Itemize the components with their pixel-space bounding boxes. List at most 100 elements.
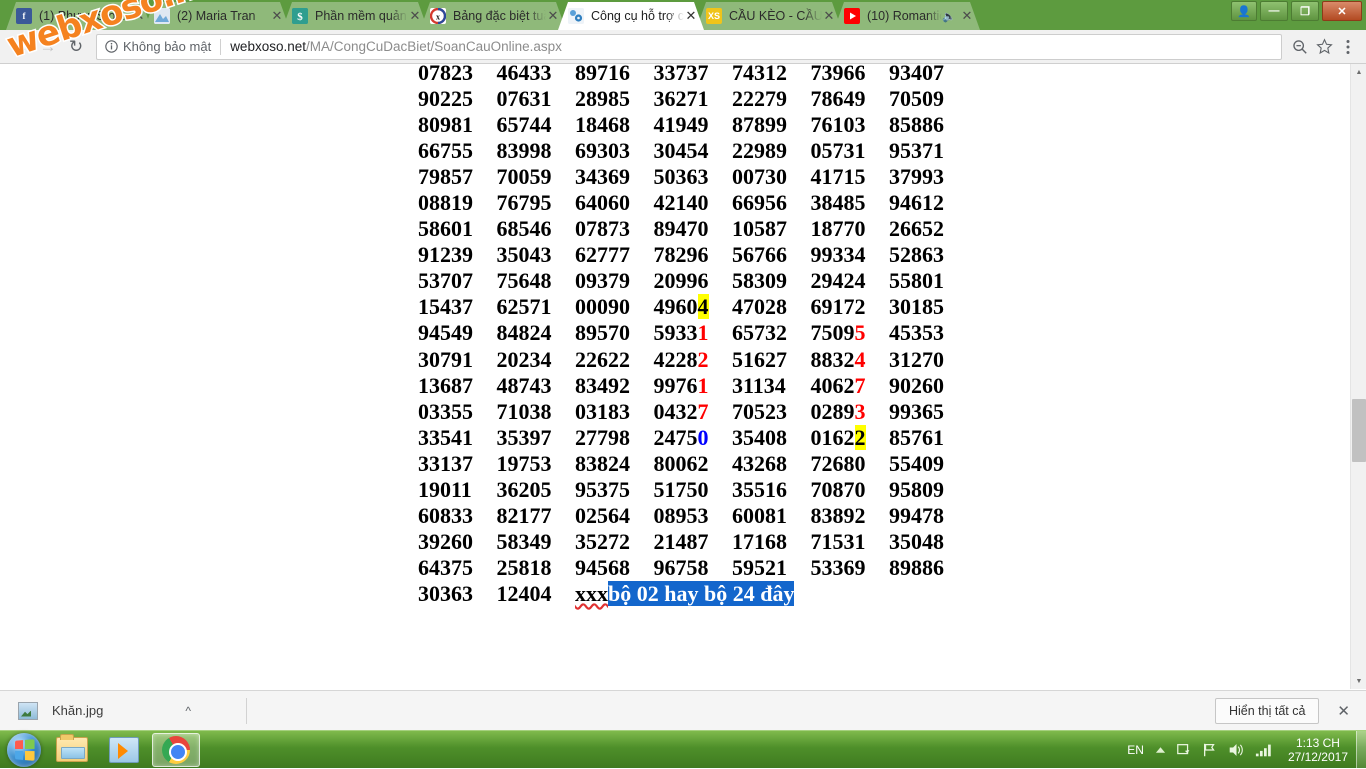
show-desktop-button[interactable] (1356, 730, 1366, 769)
number-cell: 60833 (418, 502, 473, 528)
number-cell: 84824 (496, 320, 552, 346)
tray-time: 1:13 CH (1295, 735, 1340, 750)
minimize-button[interactable]: — (1260, 1, 1288, 21)
browser-tab-0[interactable]: f (1) Phượt Store Thai ✕ (6, 2, 152, 30)
number-row: 90225 07631 28985 36271 22279 78649 70509 (418, 86, 944, 112)
number-cell: 69303 (575, 138, 630, 164)
system-tray: EN 1:13 CH 27/12/2017 (1127, 730, 1366, 769)
show-all-downloads-button[interactable]: Hiển thị tất cả (1214, 697, 1320, 724)
zoom-out-icon[interactable] (1288, 39, 1312, 55)
number-row: 19011 36205 95375 51750 35516 70870 95809 (418, 477, 944, 503)
url-path: /MA/CongCuDacBiet/SoanCauOnline.aspx (306, 39, 562, 54)
user-profile-icon[interactable]: 👤 (1231, 1, 1257, 21)
browser-tab-3[interactable]: x Bảng đặc biệt tuần✕ (420, 2, 566, 30)
browser-tab-1[interactable]: (2) Maria Tran ✕ (144, 2, 290, 30)
number-cell: 12404 (496, 580, 552, 606)
tab-close-button[interactable]: ✕ (132, 9, 146, 23)
tray-language-indicator[interactable]: EN (1127, 743, 1144, 757)
number-row: 58601 68546 07873 89470 10587 18770 26652 (418, 216, 944, 242)
download-menu-caret-icon[interactable]: ^ (185, 704, 191, 718)
highlighted-digit: 4 (854, 346, 866, 372)
browser-tab-6[interactable]: (10) Romantic Pia🔈 ✕ (834, 2, 980, 30)
number-cell: 24750 (653, 424, 709, 450)
number-cell: 70870 (810, 476, 866, 502)
omnibox[interactable]: Không bảo mật webxoso.net/MA/CongCuDacBi… (96, 33, 1282, 60)
number-cell: 35043 (496, 242, 552, 268)
number-cell: 95809 (889, 476, 944, 502)
number-cell: 93407 (889, 64, 944, 85)
number-cell: 08953 (653, 502, 709, 528)
number-cell: 68546 (496, 216, 552, 242)
number-row: 33137 19753 83824 80062 43268 72680 55409 (418, 451, 944, 477)
misspelled-text: xxx (575, 580, 608, 606)
security-indicator[interactable]: Không bảo mật (105, 39, 211, 54)
signal-strength-icon[interactable] (1255, 742, 1273, 758)
number-cell: 89470 (653, 216, 709, 242)
scroll-down-arrow-icon[interactable]: ▼ (1351, 673, 1366, 689)
back-arrow-icon[interactable]: ← (6, 33, 34, 61)
vertical-scrollbar[interactable]: ▲ ▼ (1350, 64, 1366, 689)
star-icon[interactable] (1312, 38, 1336, 55)
browser-tab-4[interactable]: Công cụ hỗ trợ cho✕ (558, 2, 704, 30)
number-cell: 66755 (418, 138, 473, 164)
action-center-icon[interactable] (1176, 742, 1192, 758)
number-cell: 53707 (418, 268, 473, 294)
three-dot-menu-icon[interactable] (1336, 38, 1360, 56)
number-row: 60833 82177 02564 08953 60081 83892 99478 (418, 503, 944, 529)
number-cell: 99365 (889, 398, 944, 424)
close-shelf-button[interactable]: ✕ (1337, 702, 1350, 720)
number-row: 03355 71038 03183 04327 70523 02893 99365 (418, 399, 944, 425)
highlighted-digit: 1 (697, 372, 709, 398)
download-item[interactable]: Khăn.jpg ^ (18, 701, 218, 720)
volume-icon[interactable] (1228, 742, 1245, 758)
number-cell: 41949 (653, 112, 709, 138)
number-cell: 30185 (889, 294, 944, 320)
tab-close-button[interactable]: ✕ (960, 9, 974, 23)
number-cell: 74312 (732, 64, 787, 85)
number-cell: 49604 (653, 294, 709, 320)
number-cell: 90260 (889, 372, 944, 398)
tab-close-button[interactable]: ✕ (684, 9, 698, 23)
reload-icon[interactable]: ↻ (62, 33, 90, 61)
windows-start-orb-icon[interactable] (2, 732, 46, 768)
tab-close-button[interactable]: ✕ (408, 9, 422, 23)
show-hidden-icons-caret-icon[interactable] (1155, 745, 1166, 755)
file-explorer-icon[interactable] (48, 733, 96, 767)
restore-button[interactable]: ❐ (1291, 1, 1319, 21)
number-cell: 89570 (575, 320, 630, 346)
network-flag-icon[interactable] (1202, 742, 1218, 758)
number-cell: 19753 (496, 450, 552, 476)
tab-title: (2) Maria Tran (177, 9, 256, 23)
tab-audio-icon[interactable]: 🔈 (942, 10, 956, 23)
close-window-button[interactable]: ✕ (1322, 1, 1362, 21)
number-row: 30791 20234 22622 42282 51627 88324 31270 (418, 347, 944, 373)
number-cell: 75648 (496, 268, 552, 294)
scrollbar-thumb[interactable] (1352, 399, 1366, 462)
number-cell: 38485 (810, 190, 866, 216)
number-cell: 82177 (496, 502, 552, 528)
number-cell: 99334 (810, 242, 866, 268)
browser-tab-2[interactable]: $ Phần mềm quản lý b✕ (282, 2, 428, 30)
number-cell: 51627 (732, 346, 787, 372)
tab-close-button[interactable]: ✕ (822, 9, 836, 23)
tab-close-button[interactable]: ✕ (546, 9, 560, 23)
forward-arrow-icon[interactable]: → (34, 33, 62, 61)
selected-text[interactable]: bộ 02 hay bộ 24 đây (608, 580, 795, 606)
tab-close-button[interactable]: ✕ (270, 9, 284, 23)
number-cell: 21487 (653, 528, 709, 554)
number-cell: 35408 (732, 424, 787, 450)
number-cell: 07823 (418, 64, 473, 85)
highlighted-digit: 2 (697, 346, 709, 372)
browser-tab-5[interactable]: XS CẦU KÈO - CẦU ĐẶ✕ (696, 2, 842, 30)
number-cell: 95375 (575, 476, 630, 502)
windows-media-player-icon[interactable] (100, 733, 148, 767)
number-cell: 70059 (496, 164, 552, 190)
number-cell: 59331 (653, 320, 709, 346)
number-cell: 41715 (810, 164, 866, 190)
number-cell: 65744 (496, 112, 552, 138)
clock[interactable]: 1:13 CH 27/12/2017 (1288, 736, 1348, 764)
number-cell: 89716 (575, 64, 630, 85)
number-cell: 60081 (732, 502, 787, 528)
google-chrome-icon[interactable] (152, 732, 200, 767)
scroll-up-arrow-icon[interactable]: ▲ (1351, 64, 1366, 80)
